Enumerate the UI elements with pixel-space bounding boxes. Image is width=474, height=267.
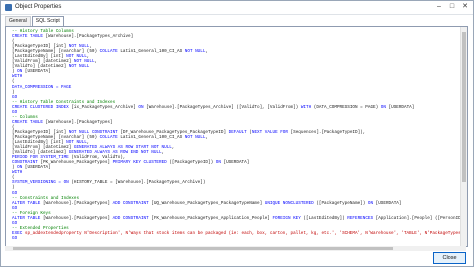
code-token: , <box>161 150 165 156</box>
code-token: NOT NULL <box>184 49 206 55</box>
code-token: (HISTORY_TABLE = [Warehouse].[PackageTyp… <box>68 180 206 186</box>
code-token: [Application].[People] ([PersonID]) <box>373 215 466 221</box>
window-controls: – □ ✕ <box>433 2 471 12</box>
code-token: [USERDATA] <box>373 200 402 206</box>
code-token: [USERDATA] <box>220 160 250 166</box>
code-token: sp_addextendedproperty N'Description', N… <box>22 230 464 236</box>
tab-strip: General SQL Script <box>5 16 65 26</box>
code-line: ALTER TABLE [Warehouse].[PackageTypes] A… <box>12 215 466 221</box>
code-token: [Warehouse].[PackageTypes_Archive] ([Val… <box>143 104 301 110</box>
code-token: [USERDATA] <box>22 165 51 171</box>
code-token: COLLATE <box>99 134 118 140</box>
code-line: CREATE CLUSTERED INDEX [ix_PackageTypes_… <box>12 105 463 110</box>
sql-script-editor[interactable]: -- History Table Columns CREATE TABLE [Wa… <box>5 26 468 247</box>
code-token: [ix_PackageTypes_Archive] <box>71 104 139 110</box>
code-token: GO <box>12 235 18 241</box>
vertical-scrollbar[interactable] <box>460 27 467 246</box>
horizontal-scrollbar-thumb[interactable] <box>13 247 393 250</box>
code-token: UNIQUE NONCLUSTERED <box>264 200 314 206</box>
code-token: REFERENCES <box>347 215 374 221</box>
code-token: (DATA_COMPRESSION = PAGE) <box>311 104 381 110</box>
code-token: CREATE TABLE <box>12 119 46 125</box>
code-token: SYSTEM_VERSIONING = <box>12 180 64 186</box>
code-token: [USERDATA] <box>385 104 415 110</box>
horizontal-scrollbar[interactable] <box>5 246 466 251</box>
tab-sql-script[interactable]: SQL Script <box>31 16 64 26</box>
vertical-scrollbar-thumb[interactable] <box>462 32 466 182</box>
minimize-button[interactable]: – <box>433 2 445 12</box>
code-token: ([LastEditedBy]) <box>300 215 348 221</box>
code-token: [Warehouse].[PackageTypes_Archive] <box>45 34 134 40</box>
code-token: [USERDATA] <box>22 69 51 75</box>
code-token: CREATE TABLE <box>12 34 46 40</box>
code-token: DATA_COMPRESSION = PAGE <box>12 84 72 90</box>
code-token: Latin1_General_100_CI_AS <box>117 134 185 140</box>
code-token: ([PackageTypeName]) <box>313 200 368 206</box>
code-line: GO <box>12 236 463 241</box>
app-icon <box>5 4 12 11</box>
object-properties-window: Object Properties – □ ✕ General SQL Scri… <box>0 0 474 267</box>
code-token: [Sequences].[PackageTypeID]), <box>287 129 366 135</box>
window-title: Object Properties <box>15 4 62 10</box>
code-token: , <box>94 59 98 65</box>
code-token: [FK_Warehouse_PackageTypes_Application_P… <box>148 215 273 221</box>
code-token: ADD CONSTRAINT <box>112 200 149 206</box>
code-token: , <box>205 49 209 55</box>
code-token: Latin1_General_100_CI_AS <box>117 49 185 55</box>
tab-general[interactable]: General <box>5 16 31 26</box>
code-token: FOREIGN KEY <box>272 215 301 221</box>
code-token: COLLATE <box>99 49 118 55</box>
code-token: DEFAULT <box>228 129 247 135</box>
code-token: [Warehouse].[PackageTypes] <box>42 215 113 221</box>
code-token: NOT NULL <box>68 64 90 70</box>
close-button[interactable]: Close <box>433 252 466 264</box>
sql-code: -- History Table Columns CREATE TABLE [Wa… <box>12 29 466 241</box>
code-token: [Warehouse].[PackageTypes] <box>45 119 113 125</box>
code-token: ([PackageTypeID]) <box>166 160 216 166</box>
close-window-button[interactable]: ✕ <box>459 2 471 12</box>
code-line: ALTER TABLE [Warehouse].[PackageTypes] A… <box>12 201 463 206</box>
code-token: ADD CONSTRAINT <box>112 215 149 221</box>
title-bar: Object Properties – □ ✕ <box>1 1 473 15</box>
maximize-button[interactable]: □ <box>446 2 458 12</box>
code-token: [Warehouse].[PackageTypes] <box>42 200 113 206</box>
code-token: CREATE CLUSTERED INDEX <box>12 104 72 110</box>
code-line: EXEC sp_addextendedproperty N'Descriptio… <box>12 231 463 236</box>
code-token: WITH <box>300 104 312 110</box>
code-token: NOT NULL <box>184 134 206 140</box>
code-token: NEXT VALUE FOR <box>251 129 288 135</box>
code-token: , <box>171 145 175 151</box>
code-token: , <box>205 134 209 140</box>
code-token: PRIMARY KEY CLUSTERED <box>112 160 167 166</box>
code-token: [UQ_Warehouse_PackageTypes_PackageTypeNa… <box>148 200 265 206</box>
